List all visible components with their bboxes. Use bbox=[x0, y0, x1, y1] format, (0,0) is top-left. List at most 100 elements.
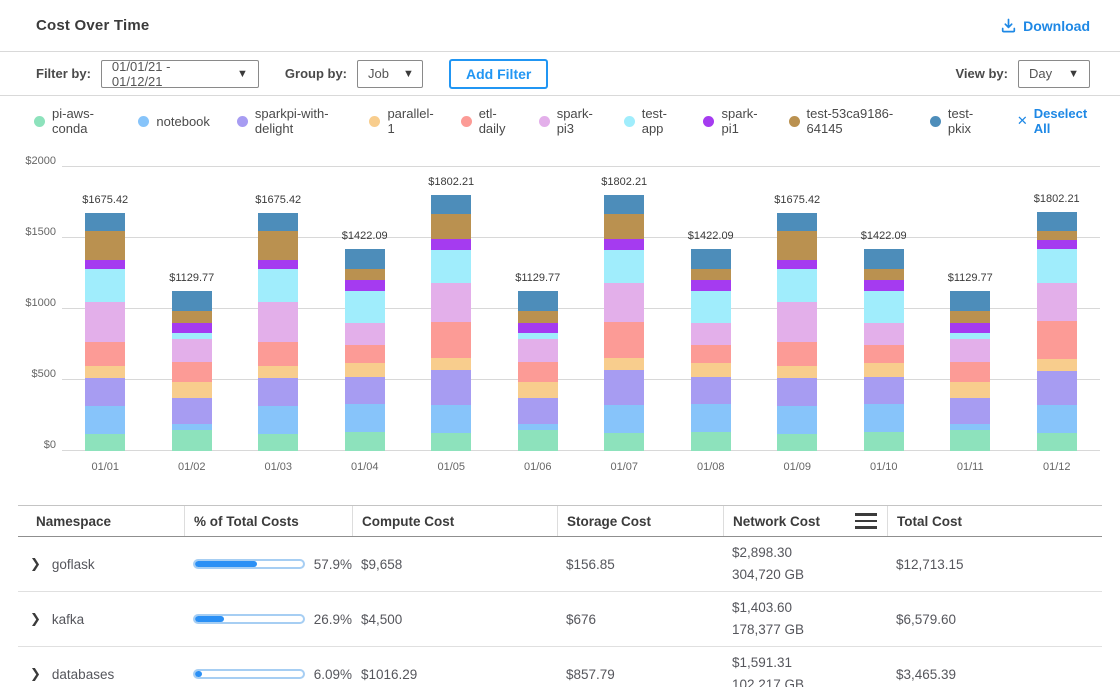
bar-01/03[interactable] bbox=[258, 213, 298, 451]
network-cost-value: $1,591.31 bbox=[732, 652, 792, 674]
legend-color-dot bbox=[624, 116, 635, 127]
x-axis-label-01/02: 01/02 bbox=[149, 461, 236, 473]
percent-cell: 6.09% bbox=[184, 647, 352, 687]
bar-segment-test-app bbox=[431, 250, 471, 282]
bar-segment-notebook bbox=[85, 406, 125, 434]
percent-progress-fill bbox=[195, 671, 202, 677]
column-header-total-cost[interactable]: Total Cost bbox=[887, 506, 1102, 536]
y-axis-tick-label: $1000 bbox=[10, 297, 56, 309]
bar-segment-test-app bbox=[1037, 249, 1077, 283]
legend-color-dot bbox=[461, 116, 472, 127]
bar-segment-sparkpi-with-delight bbox=[604, 370, 644, 405]
legend-item-label: sparkpi-with-delight bbox=[255, 106, 343, 136]
bar-01/02[interactable] bbox=[172, 291, 212, 451]
bar-segment-pi-aws-conda bbox=[864, 432, 904, 451]
expand-chevron-icon[interactable]: ❯ bbox=[30, 611, 41, 627]
column-menu-icon[interactable] bbox=[855, 513, 877, 529]
cost-over-time-chart: $0$500$1000$1500$2000$1675.42$1129.77$16… bbox=[0, 149, 1120, 479]
legend-item-spark-pi3[interactable]: spark-pi3 bbox=[539, 106, 597, 136]
download-icon bbox=[1001, 18, 1016, 33]
x-axis-label-01/01: 01/01 bbox=[62, 461, 149, 473]
expand-chevron-icon[interactable]: ❯ bbox=[30, 666, 41, 682]
bar-segment-pi-aws-conda bbox=[604, 433, 644, 451]
bar-segment-test-app bbox=[345, 291, 385, 323]
download-button[interactable]: Download bbox=[1001, 18, 1090, 34]
chevron-down-icon: ▼ bbox=[237, 68, 248, 80]
network-gb-value: 304,720 GB bbox=[732, 564, 804, 586]
bar-segment-notebook bbox=[345, 404, 385, 432]
bar-segment-test-app bbox=[864, 291, 904, 323]
bar-total-label: $1675.42 bbox=[235, 194, 322, 206]
group-by-select[interactable]: Job ▼ bbox=[357, 60, 423, 88]
storage-cost-value: $857.79 bbox=[566, 667, 615, 682]
column-header-label: Compute Cost bbox=[362, 514, 454, 529]
bar-01/05[interactable] bbox=[431, 195, 471, 451]
namespace-name: databases bbox=[52, 667, 114, 682]
bar-segment-test-pkix bbox=[691, 249, 731, 269]
legend-color-dot bbox=[34, 116, 45, 127]
bar-total-label: $1422.09 bbox=[668, 230, 755, 242]
bar-total-label: $1802.21 bbox=[1014, 193, 1101, 205]
percent-progress-fill bbox=[195, 561, 257, 567]
bar-slot-01/09: $1675.42 bbox=[754, 167, 841, 451]
legend-item-test-pkix[interactable]: test-pkix bbox=[930, 106, 984, 136]
bar-segment-pi-aws-conda bbox=[950, 430, 990, 451]
bar-segment-test-pkix bbox=[172, 291, 212, 312]
legend-color-dot bbox=[789, 116, 800, 127]
legend-item-test-app[interactable]: test-app bbox=[624, 106, 677, 136]
bar-01/08[interactable] bbox=[691, 249, 731, 451]
legend-item-parallel-1[interactable]: parallel-1 bbox=[369, 106, 433, 136]
total-cost-value: $6,579.60 bbox=[896, 612, 956, 627]
bar-segment-notebook bbox=[691, 404, 731, 432]
column-header-network-cost[interactable]: Network Cost bbox=[723, 506, 887, 536]
bar-slot-01/03: $1675.42 bbox=[235, 167, 322, 451]
column-header-namespace[interactable]: Namespace bbox=[18, 506, 184, 536]
bar-segment-etl-daily bbox=[172, 362, 212, 383]
legend-item-sparkpi-with-delight[interactable]: sparkpi-with-delight bbox=[237, 106, 343, 136]
view-by-select[interactable]: Day ▼ bbox=[1018, 60, 1090, 88]
bar-segment-notebook bbox=[431, 405, 471, 433]
bar-segment-test-53ca9186-64145 bbox=[777, 231, 817, 261]
bar-01/01[interactable] bbox=[85, 213, 125, 451]
column-header-compute-cost[interactable]: Compute Cost bbox=[352, 506, 557, 536]
bar-01/12[interactable] bbox=[1037, 212, 1077, 451]
expand-chevron-icon[interactable]: ❯ bbox=[30, 556, 41, 572]
add-filter-button[interactable]: Add Filter bbox=[449, 59, 548, 89]
bar-segment-sparkpi-with-delight bbox=[172, 398, 212, 424]
bar-01/11[interactable] bbox=[950, 291, 990, 451]
bar-segment-spark-pi1 bbox=[777, 260, 817, 269]
network-cost-cell: $2,898.30304,720 GB bbox=[723, 537, 887, 591]
column-header-storage-cost[interactable]: Storage Cost bbox=[557, 506, 723, 536]
bar-01/04[interactable] bbox=[345, 249, 385, 451]
bar-slot-01/02: $1129.77 bbox=[149, 167, 236, 451]
legend-item-pi-aws-conda[interactable]: pi-aws-conda bbox=[34, 106, 111, 136]
date-range-select[interactable]: 01/01/21 - 01/12/21 ▼ bbox=[101, 60, 259, 88]
legend-item-test-53ca9186-64145[interactable]: test-53ca9186-64145 bbox=[789, 106, 903, 136]
bar-01/09[interactable] bbox=[777, 213, 817, 451]
bar-slot-01/10: $1422.09 bbox=[841, 167, 928, 451]
percent-progress-bar bbox=[193, 559, 305, 569]
bar-01/06[interactable] bbox=[518, 291, 558, 451]
bar-segment-parallel-1 bbox=[604, 358, 644, 370]
bar-01/07[interactable] bbox=[604, 195, 644, 451]
storage-cost-value: $676 bbox=[566, 612, 596, 627]
date-range-value: 01/01/21 - 01/12/21 bbox=[112, 59, 223, 89]
bar-01/10[interactable] bbox=[864, 249, 904, 451]
bar-segment-test-pkix bbox=[431, 195, 471, 213]
y-axis-tick-label: $0 bbox=[10, 439, 56, 451]
bar-segment-test-pkix bbox=[604, 195, 644, 213]
legend-item-etl-daily[interactable]: etl-daily bbox=[461, 106, 512, 136]
column-header-%-of-total-costs[interactable]: % of Total Costs bbox=[184, 506, 352, 536]
x-axis-label-01/06: 01/06 bbox=[495, 461, 582, 473]
view-by-value: Day bbox=[1029, 66, 1052, 81]
bar-total-label: $1802.21 bbox=[581, 176, 668, 188]
bar-segment-spark-pi1 bbox=[604, 239, 644, 250]
storage-cost-cell: $857.79 bbox=[557, 647, 723, 687]
legend-item-notebook[interactable]: notebook bbox=[138, 114, 210, 129]
percent-progress-fill bbox=[195, 616, 224, 622]
x-axis-label-01/08: 01/08 bbox=[668, 461, 755, 473]
legend-item-spark-pi1[interactable]: spark-pi1 bbox=[703, 106, 761, 136]
deselect-all-button[interactable]: ✕Deselect All bbox=[1017, 106, 1090, 136]
bar-segment-etl-daily bbox=[691, 345, 731, 363]
column-header-label: Total Cost bbox=[897, 514, 962, 529]
